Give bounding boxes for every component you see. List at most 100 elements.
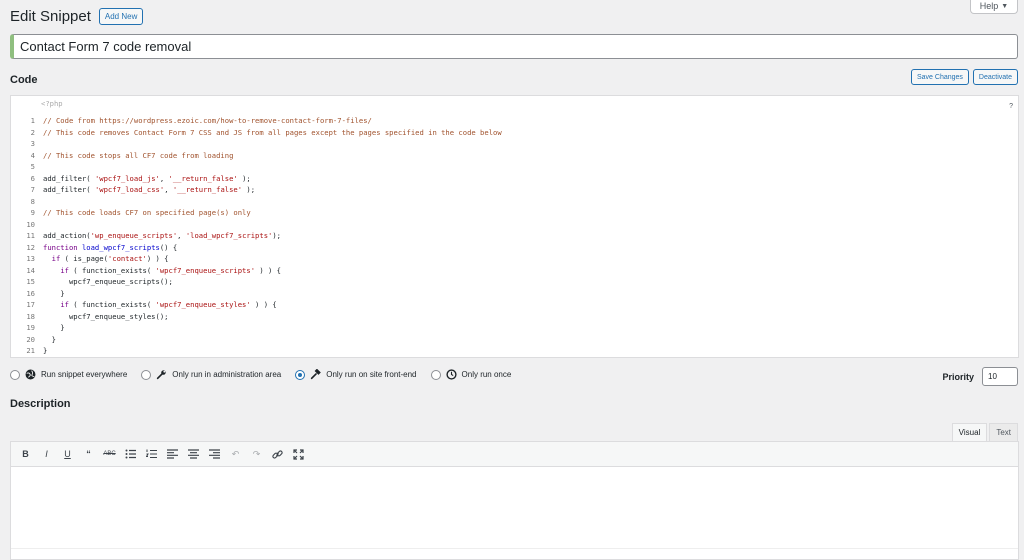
line-number: 9: [30, 208, 35, 218]
code-line: 4 // This code stops all CF7 code from lo…: [11, 150, 1018, 162]
fullscreen-icon[interactable]: [290, 446, 307, 463]
code-text: }: [43, 323, 65, 333]
tab-text[interactable]: Text: [989, 423, 1018, 441]
line-number: 10: [26, 219, 35, 229]
line-number: 21: [26, 346, 35, 356]
scope-option-frontend[interactable]: Only run on site front-end: [295, 369, 417, 380]
code-line: 21}: [11, 345, 1018, 357]
code-editor[interactable]: <?php ? 1 // Code from https://wordpress.…: [10, 95, 1019, 358]
code-text: }: [43, 288, 65, 298]
code-line: 7 add_filter( 'wpcf7_load_css', '__return…: [11, 184, 1018, 196]
editor-help-icon[interactable]: ?: [1009, 103, 1013, 110]
priority-field: Priority 10: [942, 367, 1018, 386]
align-left-icon[interactable]: [164, 446, 181, 463]
line-number: 17: [26, 300, 35, 310]
line-number: 20: [26, 334, 35, 344]
code-line: 20 }: [11, 334, 1018, 346]
code-line: 3: [11, 138, 1018, 150]
align-right-icon[interactable]: [206, 446, 223, 463]
line-number: 19: [26, 323, 35, 333]
redo-icon[interactable]: ↷: [248, 446, 265, 463]
line-number: 5: [30, 162, 35, 172]
code-line: 6 add_filter( 'wpcf7_load_js', '__return_…: [11, 173, 1018, 185]
scope-label-everywhere: Run snippet everywhere: [41, 370, 128, 379]
line-number: 11: [26, 231, 35, 241]
code-lines: 1 // Code from https://wordpress.ezoic.co…: [11, 115, 1018, 357]
globe-icon: [25, 369, 36, 380]
code-text: add_filter( 'wpcf7_load_js', '__return_f…: [43, 173, 251, 183]
wrench-icon: [156, 369, 167, 380]
line-number: 8: [30, 196, 35, 206]
code-text: // This code stops all CF7 code from loa…: [43, 150, 234, 160]
radio-admin[interactable]: [141, 369, 152, 380]
code-text: }: [43, 346, 48, 356]
code-text: // This code removes Contact Form 7 CSS …: [43, 127, 502, 137]
radio-once[interactable]: [430, 369, 441, 380]
underline-icon[interactable]: U: [59, 446, 76, 463]
line-number: 15: [26, 277, 35, 287]
strikethrough-icon[interactable]: ABC: [101, 446, 118, 463]
code-text: if ( function_exists( 'wpcf7_enqueue_sty…: [60, 300, 277, 310]
code-line: 1 // Code from https://wordpress.ezoic.co…: [11, 115, 1018, 127]
code-text: wpcf7_enqueue_styles();: [43, 311, 169, 321]
hammer-icon: [310, 369, 322, 380]
add-new-button[interactable]: Add New: [98, 8, 144, 25]
scope-option-admin[interactable]: Only run in administration area: [141, 369, 281, 380]
description-editor[interactable]: [10, 467, 1019, 560]
italic-icon[interactable]: I: [38, 446, 55, 463]
tab-visual[interactable]: Visual: [951, 423, 988, 441]
bullet-list-icon[interactable]: [122, 446, 139, 463]
description-toolbar: B I U “ ABC ↶ ↷: [10, 441, 1019, 467]
line-number: 7: [30, 185, 35, 195]
blockquote-icon[interactable]: “: [80, 446, 97, 463]
priority-label: Priority: [942, 371, 974, 382]
code-text: }: [43, 334, 56, 344]
code-text: add_action('wp_enqueue_scripts', 'load_w…: [43, 231, 282, 241]
align-center-icon[interactable]: [185, 446, 202, 463]
code-line: 14 if ( function_exists( 'wpcf7_enqueue_…: [11, 265, 1018, 277]
page-title: Edit Snippet: [10, 8, 91, 25]
php-open-tag: <?php: [41, 99, 63, 108]
code-line: 15 wpcf7_enqueue_scripts();: [11, 276, 1018, 288]
code-line: 9 // This code loads CF7 on specified pag…: [11, 207, 1018, 219]
snippet-title-input[interactable]: Contact Form 7 code removal: [10, 34, 1018, 59]
priority-input[interactable]: 10: [982, 367, 1018, 386]
code-line: 5: [11, 161, 1018, 173]
radio-everywhere[interactable]: [10, 369, 20, 380]
line-number: 12: [26, 242, 35, 252]
code-actions: Save Changes Deactivate: [911, 69, 1018, 85]
scope-label-admin: Only run in administration area: [172, 370, 282, 379]
code-text: add_filter( 'wpcf7_load_css', '__return_…: [43, 185, 256, 195]
code-heading: Code: [10, 74, 38, 86]
deactivate-button[interactable]: Deactivate: [972, 69, 1018, 85]
line-number: 18: [26, 311, 35, 321]
link-icon[interactable]: [269, 446, 286, 463]
line-number: 6: [30, 173, 35, 183]
code-line: 17 if ( function_exists( 'wpcf7_enqueue_…: [11, 299, 1018, 311]
code-line: 19 }: [11, 322, 1018, 334]
line-number: 2: [30, 127, 35, 137]
radio-frontend[interactable]: [295, 369, 306, 380]
editor-tabs: Visual Text: [951, 423, 1018, 441]
code-line: 8: [11, 196, 1018, 208]
numbered-list-icon[interactable]: [143, 446, 160, 463]
line-number: 4: [30, 150, 35, 160]
clock-icon: [445, 369, 457, 380]
line-number: 14: [26, 265, 35, 275]
save-changes-button[interactable]: Save Changes: [911, 69, 969, 85]
code-line: 10: [11, 219, 1018, 231]
help-tab[interactable]: Help ▼: [970, 0, 1018, 14]
caret-down-icon: ▼: [1001, 2, 1009, 10]
bold-icon[interactable]: B: [17, 446, 34, 463]
editor-resize-bar: [11, 548, 1018, 549]
code-line: 13 if ( is_page('contact') ) {: [11, 253, 1018, 265]
scope-options: Run snippet everywhere Only run in admin…: [10, 369, 511, 380]
code-text: if ( is_page('contact') ) {: [51, 254, 169, 264]
code-text: if ( function_exists( 'wpcf7_enqueue_scr…: [60, 265, 282, 275]
line-number: 16: [26, 288, 35, 298]
code-text: // This code loads CF7 on specified page…: [43, 208, 251, 218]
scope-option-once[interactable]: Only run once: [430, 369, 512, 380]
undo-icon[interactable]: ↶: [227, 446, 244, 463]
scope-label-once: Only run once: [461, 370, 512, 379]
scope-option-everywhere[interactable]: Run snippet everywhere: [10, 369, 127, 380]
